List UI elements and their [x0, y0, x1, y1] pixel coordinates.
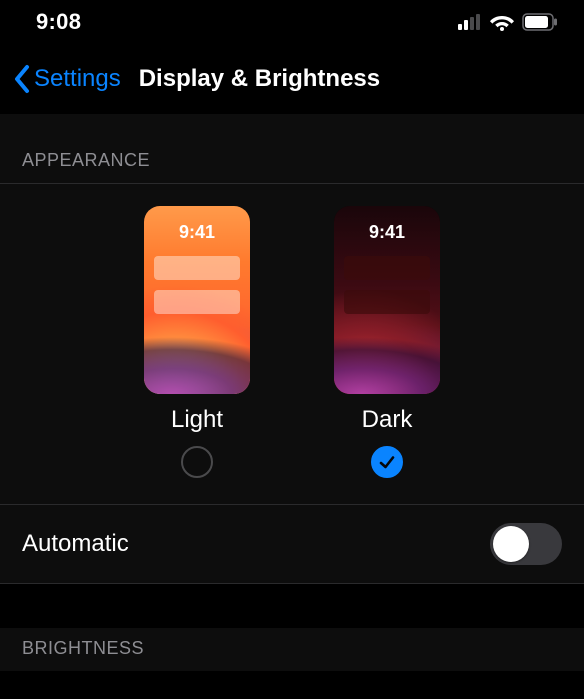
appearance-preview-dark: 9:41 — [334, 206, 440, 394]
back-label: Settings — [34, 65, 121, 93]
cellular-icon — [458, 14, 482, 30]
appearance-group: 9:41 Light 9:41 Dark — [0, 183, 584, 584]
automatic-label: Automatic — [22, 530, 129, 558]
section-header-appearance: APPEARANCE — [0, 114, 584, 183]
status-icons — [458, 13, 558, 31]
appearance-option-dark[interactable]: 9:41 Dark — [334, 206, 440, 478]
status-time: 9:08 — [36, 9, 81, 35]
automatic-switch[interactable] — [490, 523, 562, 565]
section-header-brightness: BRIGHTNESS — [0, 628, 584, 671]
nav-bar: Settings Display & Brightness — [0, 44, 584, 114]
battery-icon — [522, 13, 558, 31]
preview-time: 9:41 — [144, 222, 250, 243]
appearance-option-light[interactable]: 9:41 Light — [144, 206, 250, 478]
check-icon — [377, 452, 397, 472]
chevron-left-icon — [12, 64, 32, 94]
appearance-option-light-label: Light — [171, 406, 223, 434]
preview-time: 9:41 — [334, 222, 440, 243]
radio-dark[interactable] — [371, 446, 403, 478]
appearance-preview-light: 9:41 — [144, 206, 250, 394]
back-button[interactable]: Settings — [12, 64, 121, 94]
appearance-option-dark-label: Dark — [362, 406, 413, 434]
radio-light[interactable] — [181, 446, 213, 478]
page-title: Display & Brightness — [139, 65, 380, 93]
wifi-icon — [490, 13, 514, 31]
automatic-row: Automatic — [0, 505, 584, 583]
status-bar: 9:08 — [0, 0, 584, 44]
